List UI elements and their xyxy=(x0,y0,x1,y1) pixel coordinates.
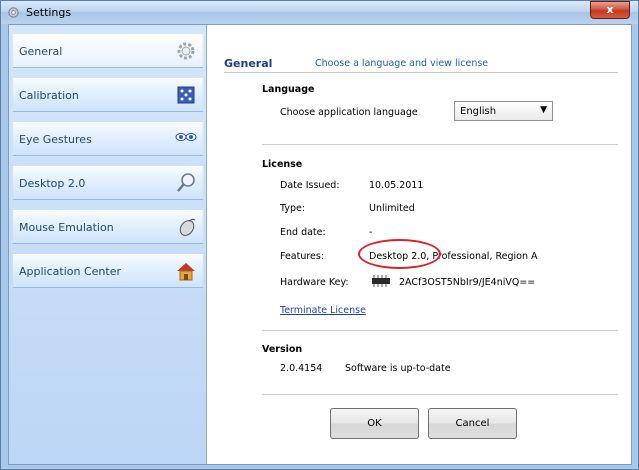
license-heading: License xyxy=(262,159,303,170)
version-status: Software is up-to-date xyxy=(345,363,451,374)
sidebar-item-label: Mouse Emulation xyxy=(19,221,114,234)
sidebar-item-mouse-emulation[interactable]: Mouse Emulation xyxy=(13,210,203,244)
chip-icon xyxy=(372,275,390,287)
date-issued-label: Date Issued: xyxy=(280,180,340,191)
language-divider xyxy=(262,144,618,145)
title-bar[interactable]: Settings x xyxy=(1,1,638,24)
gear-icon xyxy=(177,42,195,60)
features-label: Features: xyxy=(280,251,325,262)
header-divider xyxy=(224,72,618,73)
sidebar-item-label: Calibration xyxy=(19,89,79,102)
hardware-key-value: 2ACf3OST5NbIr9/JE4niVQ== xyxy=(399,277,536,288)
license-divider xyxy=(262,330,618,331)
sidebar-item-desktop[interactable]: Desktop 2.0 xyxy=(13,166,203,200)
ok-button[interactable]: OK xyxy=(330,408,419,439)
date-issued-value: 10.05.2011 xyxy=(369,180,424,191)
sidebar-item-label: General xyxy=(19,45,63,58)
language-heading: Language xyxy=(262,84,315,95)
version-number: 2.0.4154 xyxy=(280,363,323,374)
mouse-icon xyxy=(179,218,196,236)
hardware-key-label: Hardware Key: xyxy=(280,277,349,288)
language-select[interactable]: English ▼ xyxy=(454,101,553,121)
sidebar-item-general[interactable]: General xyxy=(13,34,203,68)
cancel-button-label: Cancel xyxy=(455,418,490,429)
sidebar-item-application-center[interactable]: Application Center xyxy=(13,254,203,288)
ok-button-label: OK xyxy=(367,418,382,429)
language-select-value: English xyxy=(460,106,497,117)
chevron-down-icon: ▼ xyxy=(540,105,547,115)
end-date-label: End date: xyxy=(280,227,326,238)
sidebar-item-label: Application Center xyxy=(19,265,121,278)
calibration-grid-icon xyxy=(177,86,195,104)
settings-window: Settings x General Calibration Eye Gestu… xyxy=(0,0,639,470)
sidebar-item-label: Eye Gestures xyxy=(19,133,92,146)
page-title: General xyxy=(224,57,273,70)
type-label: Type: xyxy=(280,203,306,214)
magnifier-icon xyxy=(177,173,195,192)
terminate-license-link[interactable]: Terminate License xyxy=(280,305,366,316)
version-heading: Version xyxy=(262,344,303,355)
features-highlight-ellipse xyxy=(358,239,441,269)
sidebar-item-calibration[interactable]: Calibration xyxy=(13,78,203,112)
settings-gear-icon xyxy=(8,7,19,18)
page-subtitle: Choose a language and view license xyxy=(315,58,489,69)
version-divider xyxy=(262,394,618,395)
client-area: General Calibration Eye Gestures Desktop… xyxy=(8,24,632,465)
window-title: Settings xyxy=(26,6,72,19)
sidebar-item-eye-gestures[interactable]: Eye Gestures xyxy=(13,122,203,156)
house-icon xyxy=(177,263,195,281)
eyes-icon xyxy=(175,133,197,141)
cancel-button[interactable]: Cancel xyxy=(428,408,517,439)
general-panel: General Choose a language and view licen… xyxy=(207,25,631,464)
sidebar: General Calibration Eye Gestures Desktop… xyxy=(9,25,207,464)
language-prompt: Choose application language xyxy=(280,107,418,118)
close-icon: x xyxy=(606,3,614,16)
close-button[interactable]: x xyxy=(590,1,630,19)
type-value: Unlimited xyxy=(369,203,415,214)
sidebar-item-label: Desktop 2.0 xyxy=(19,177,86,190)
end-date-value: - xyxy=(369,227,373,238)
